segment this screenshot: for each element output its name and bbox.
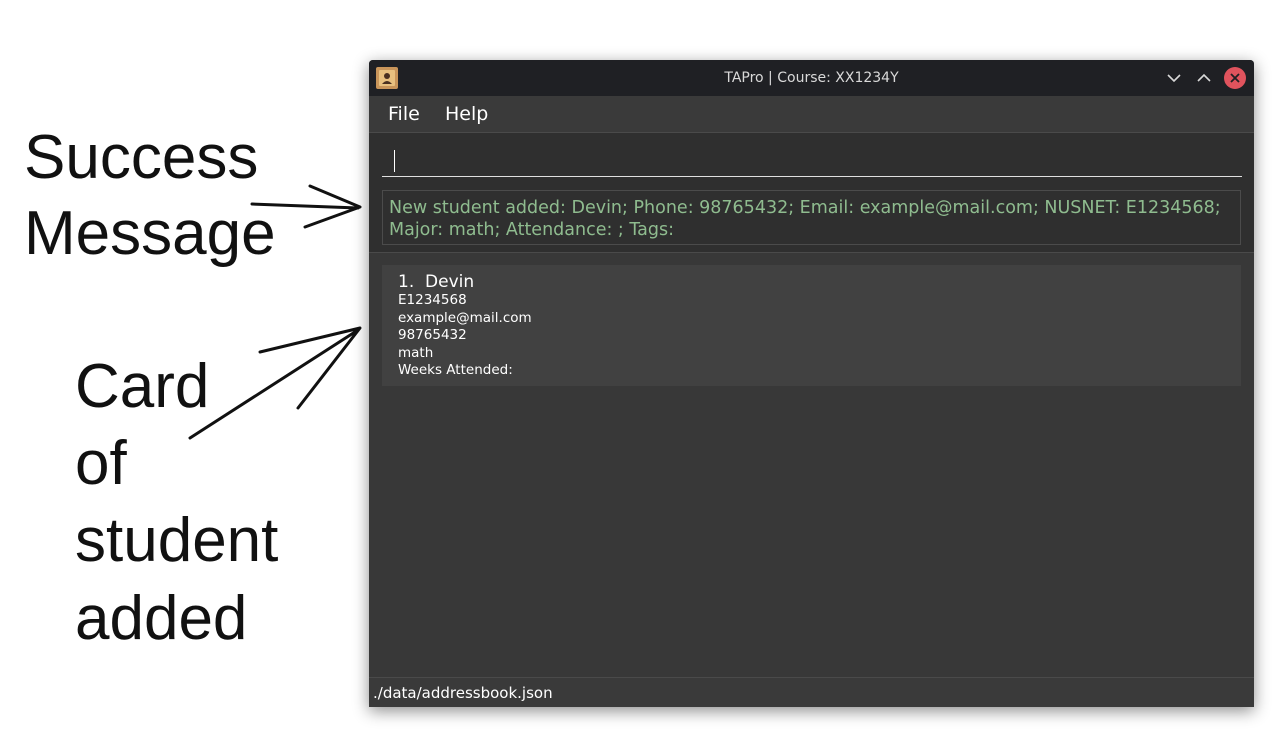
annotation-line: student	[75, 506, 279, 576]
maximize-icon[interactable]	[1193, 67, 1215, 89]
student-email: example@mail.com	[398, 310, 532, 326]
student-card[interactable]: 1. Devin E1234568 example@mail.com 98765…	[382, 265, 1241, 386]
menu-help[interactable]: Help	[445, 96, 488, 132]
student-major: math	[398, 345, 434, 361]
result-display: New student added: Devin; Phone: 9876543…	[382, 190, 1241, 245]
command-input[interactable]	[382, 141, 1242, 177]
annotation-line: Message	[24, 198, 276, 268]
menu-file[interactable]: File	[388, 96, 420, 132]
annotation-line: of	[75, 429, 127, 499]
success-message-annotation: Success Message	[24, 120, 276, 271]
student-name: 1. Devin	[398, 272, 475, 292]
student-nusnet: E1234568	[398, 292, 467, 308]
save-location: ./data/addressbook.json	[373, 684, 553, 702]
status-bar: ./data/addressbook.json	[369, 677, 1254, 707]
command-box	[369, 132, 1254, 185]
title-bar[interactable]: TAPro | Course: XX1234Y	[369, 60, 1254, 96]
annotation-line: added	[75, 583, 248, 653]
student-list[interactable]: 1. Devin E1234568 example@mail.com 98765…	[369, 253, 1254, 677]
annotation-line: Card	[75, 352, 210, 421]
student-attendance: Weeks Attended:	[398, 362, 513, 378]
minimize-icon[interactable]	[1163, 67, 1185, 89]
app-window: TAPro | Course: XX1234Y File Help New st…	[369, 60, 1254, 707]
window-title: TAPro | Course: XX1234Y	[724, 70, 899, 86]
text-caret	[394, 150, 395, 172]
card-annotation: Card of student added	[75, 348, 278, 657]
close-icon[interactable]	[1224, 67, 1246, 89]
menu-bar: File Help	[369, 96, 1254, 132]
student-phone: 98765432	[398, 327, 467, 343]
annotation-line: Success	[24, 123, 259, 192]
